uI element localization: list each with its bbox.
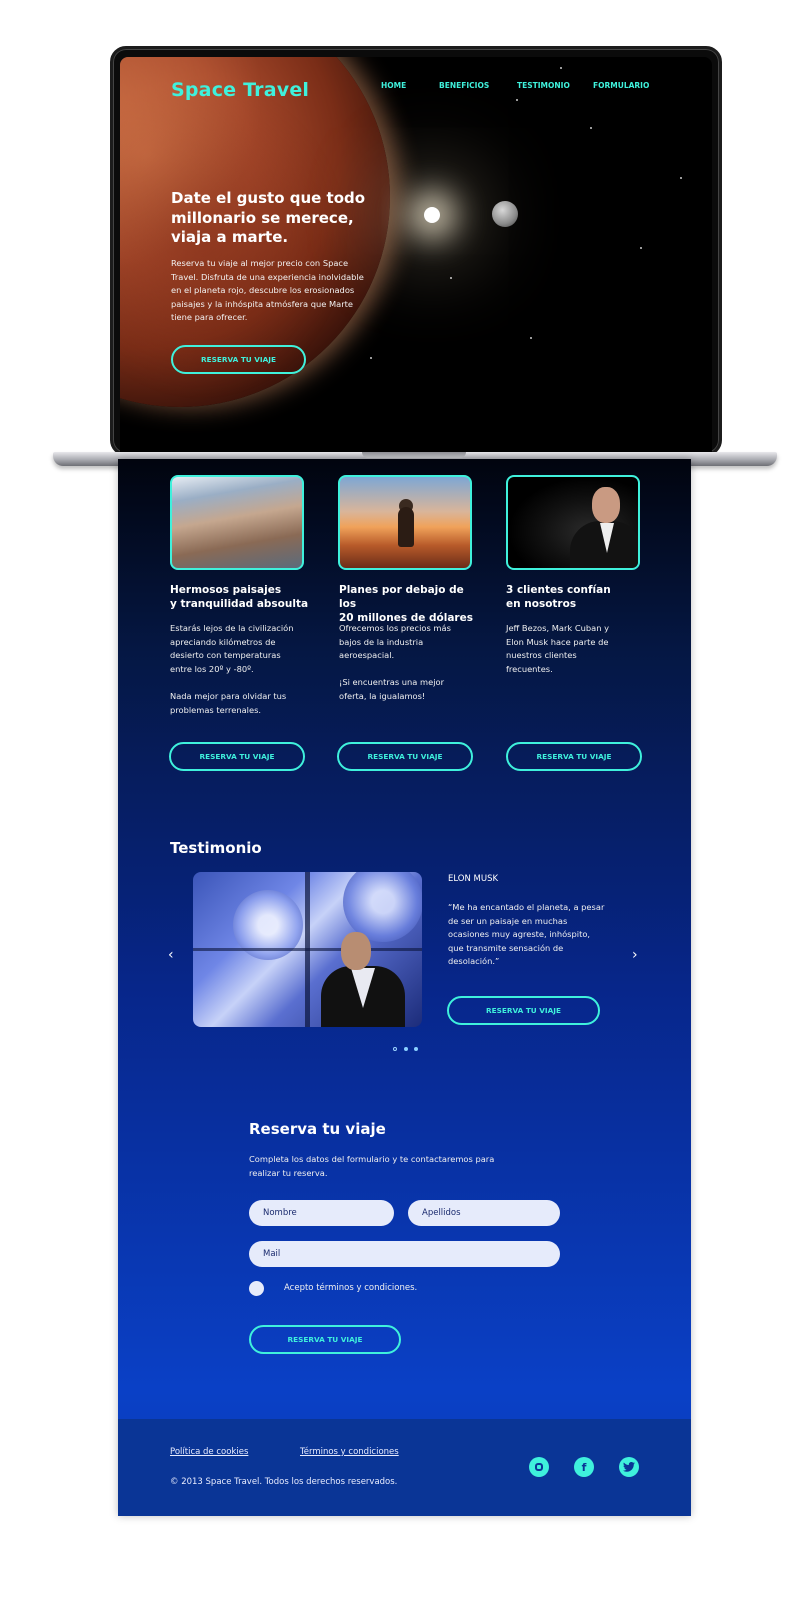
form-submit-button[interactable]: RESERVA TU VIAJE (249, 1325, 401, 1354)
mail-input[interactable] (249, 1241, 560, 1267)
benefit-reserve-button-2[interactable]: RESERVA TU VIAJE (337, 742, 473, 771)
terms-checkbox[interactable] (249, 1281, 264, 1296)
benefit-reserve-button-3[interactable]: RESERVA TU VIAJE (506, 742, 642, 771)
carousel-dot-3[interactable] (414, 1047, 418, 1051)
carousel-next-icon[interactable]: › (632, 947, 638, 963)
benefit-text-2: Ofrecemos los precios más bajos de la in… (339, 623, 451, 701)
form-title: Reserva tu viaje (249, 1120, 386, 1138)
terms-label: Acepto términos y condiciones. (284, 1283, 418, 1293)
benefit-text-3: Jeff Bezos, Mark Cuban y Elon Musk hace … (506, 623, 610, 674)
nav-home[interactable]: HOME (381, 81, 406, 90)
cookies-link[interactable]: Política de cookies (170, 1447, 248, 1457)
instagram-icon[interactable] (529, 1457, 549, 1477)
facebook-icon[interactable]: f (574, 1457, 594, 1477)
benefit-text-1: Estarás lejos de la civilización aprecia… (170, 623, 294, 715)
site-logo[interactable]: Space Travel (171, 79, 309, 101)
hero-reserve-button[interactable]: RESERVA TU VIAJE (171, 345, 306, 374)
carousel-dot-1[interactable] (393, 1047, 397, 1051)
benefit-title-2: Planes por debajo de los 20 millones de d… (339, 584, 473, 624)
testimonial-reserve-button[interactable]: RESERVA TU VIAJE (447, 996, 600, 1025)
hero-section: Space Travel HOME BENEFICIOS TESTIMONIO … (120, 57, 712, 453)
lastname-input[interactable] (408, 1200, 560, 1226)
moon-image (492, 201, 518, 227)
benefit-title-1: Hermosos paisajes y tranquilidad absoulta (170, 584, 309, 610)
footer: Política de cookies Términos y condicion… (118, 1419, 691, 1516)
testimonial-title: Testimonio (170, 839, 262, 857)
nav-formulario[interactable]: FORMULARIO (593, 81, 649, 90)
testimonial-quote: “Me ha encantado el planeta, a pesar de … (448, 902, 605, 967)
astronaut-image (338, 475, 472, 570)
twitter-icon[interactable] (619, 1457, 639, 1477)
carousel-dot-2[interactable] (404, 1047, 408, 1051)
nav-testimonio[interactable]: TESTIMONIO (517, 81, 570, 90)
benefit-title-3: 3 clientes confían en nosotros (506, 584, 611, 610)
client-photo-image (506, 475, 640, 570)
sun-glow (424, 207, 440, 223)
hero-description: Reserva tu viaje al mejor precio con Spa… (171, 258, 364, 322)
hero-title: Date el gusto que todo millonario se mer… (171, 189, 366, 246)
benefit-reserve-button-1[interactable]: RESERVA TU VIAJE (169, 742, 305, 771)
nav-beneficios[interactable]: BENEFICIOS (439, 81, 489, 90)
name-input[interactable] (249, 1200, 394, 1226)
landing-page: Hermosos paisajes y tranquilidad absoulta… (118, 459, 691, 1516)
carousel-prev-icon[interactable]: ‹ (168, 947, 174, 963)
copyright-text: © 2013 Space Travel. Todos los derechos … (170, 1477, 398, 1487)
testimonial-author: ELON MUSK (448, 874, 499, 884)
landscape-image (170, 475, 304, 570)
testimonial-photo (193, 872, 422, 1027)
terms-link[interactable]: Términos y condiciones (300, 1447, 399, 1457)
laptop-notch (362, 452, 466, 458)
form-description: Completa los datos del formulario y te c… (249, 1154, 495, 1178)
laptop-frame: Space Travel HOME BENEFICIOS TESTIMONIO … (110, 46, 722, 456)
